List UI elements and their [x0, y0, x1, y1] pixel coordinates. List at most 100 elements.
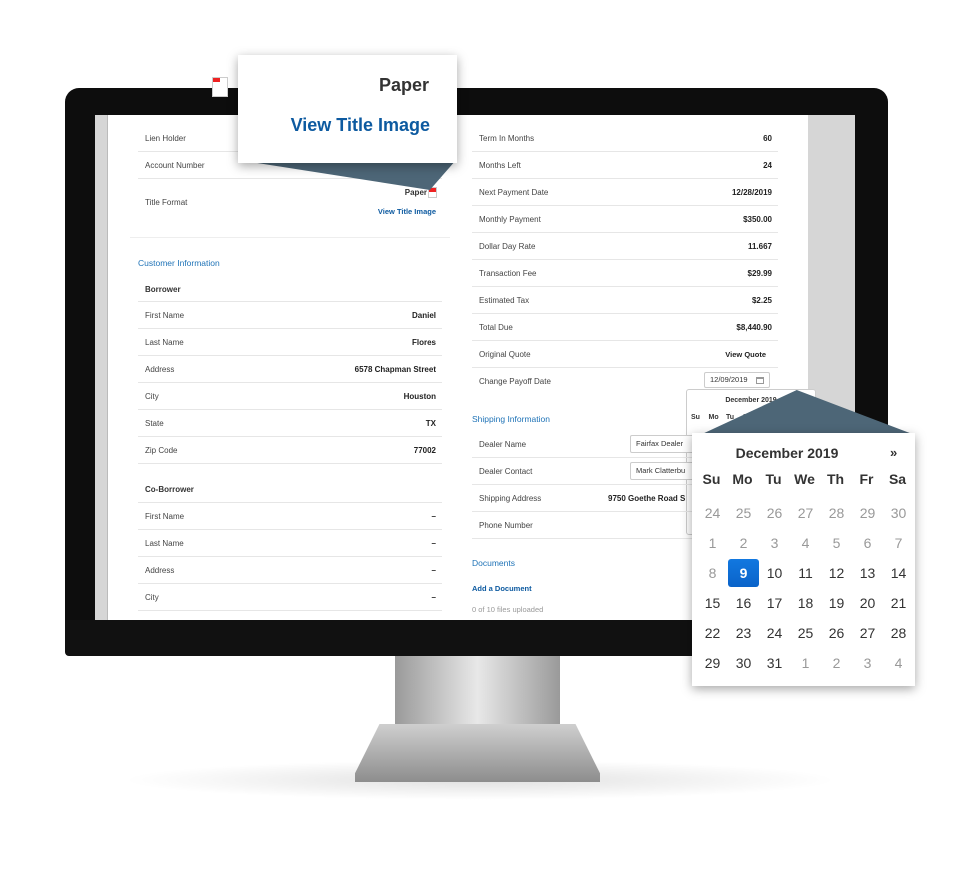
- calendar-day[interactable]: 21: [883, 589, 914, 617]
- calendar-day[interactable]: 1: [697, 529, 728, 557]
- title-format-value: Paper: [404, 188, 427, 197]
- documents-heading: Documents: [472, 558, 515, 568]
- calendar-day[interactable]: 26: [759, 499, 790, 527]
- weekday-header: Tu: [765, 471, 782, 487]
- borrower-row: City Houston: [138, 383, 442, 410]
- calendar-day[interactable]: 15: [697, 589, 728, 617]
- weekday-header: Fr: [859, 471, 874, 487]
- pdf-icon: [212, 77, 228, 97]
- weekday-header: Su: [702, 471, 721, 487]
- calendar-day[interactable]: 30: [728, 649, 759, 677]
- calendar-day[interactable]: 18: [790, 589, 821, 617]
- row-value: –: [431, 566, 436, 575]
- calendar-day[interactable]: 16: [728, 589, 759, 617]
- loan-row: Total Due $8,440.90: [472, 314, 778, 341]
- coborrower-heading: Co-Borrower: [145, 485, 194, 494]
- row-label: Next Payment Date: [479, 188, 549, 197]
- title-callout: Paper View Title Image: [212, 55, 457, 163]
- calendar-day[interactable]: 1: [790, 649, 821, 677]
- row-value: –: [431, 593, 436, 602]
- calendar-day[interactable]: 3: [759, 529, 790, 557]
- borrower-row: State TX: [138, 410, 442, 437]
- calendar-day[interactable]: 29: [852, 499, 883, 527]
- calendar-day[interactable]: 12: [821, 559, 852, 587]
- shipping-info-heading: Shipping Information: [472, 414, 550, 424]
- calendar-day[interactable]: 23: [728, 619, 759, 647]
- calendar-day[interactable]: 30: [883, 499, 914, 527]
- row-label: Total Due: [479, 323, 513, 332]
- calendar-day[interactable]: 28: [883, 619, 914, 647]
- row-label: Change Payoff Date: [479, 377, 551, 386]
- calendar-day[interactable]: 27: [790, 499, 821, 527]
- calendar-day[interactable]: 27: [852, 619, 883, 647]
- row-value: 11.667: [747, 242, 772, 251]
- calendar-day[interactable]: 25: [728, 499, 759, 527]
- calendar-day[interactable]: 2: [821, 649, 852, 677]
- borrower-row: First Name Daniel: [138, 302, 442, 329]
- calendar-day[interactable]: 29: [697, 649, 728, 677]
- calendar-day[interactable]: 26: [821, 619, 852, 647]
- row-label: Transaction Fee: [479, 269, 537, 278]
- row-label: Account Number: [145, 161, 205, 170]
- row-label: Months Left: [479, 161, 521, 170]
- borrower-row: Address 6578 Chapman Street: [138, 356, 442, 383]
- calendar-next-button[interactable]: »: [890, 445, 897, 460]
- calendar-day[interactable]: 13: [852, 559, 883, 587]
- calendar-day[interactable]: 17: [759, 589, 790, 617]
- calendar-day[interactable]: 3: [852, 649, 883, 677]
- calendar-day[interactable]: 4: [883, 649, 914, 677]
- coborrower-row: Address –: [138, 557, 442, 584]
- row-label: City: [145, 392, 159, 401]
- calendar-day[interactable]: 7: [883, 529, 914, 557]
- calendar-popup: December 2019 » Su Mo Tu We Th Fr Sa 24 25 26 27 28…: [692, 433, 915, 686]
- coborrower-row: First Name –: [138, 503, 442, 530]
- row-label: City: [145, 593, 159, 602]
- borrower-heading: Borrower: [145, 285, 181, 294]
- calendar-day[interactable]: 24: [697, 499, 728, 527]
- calendar-day[interactable]: 19: [821, 589, 852, 617]
- calendar-day[interactable]: 10: [759, 559, 790, 587]
- original-quote-row: Original Quote View Quote: [472, 341, 778, 368]
- calendar-day[interactable]: 4: [790, 529, 821, 557]
- calendar-icon[interactable]: [756, 377, 764, 384]
- loan-row: Dollar Day Rate 11.667: [472, 233, 778, 260]
- calendar-day[interactable]: 22: [697, 619, 728, 647]
- calendar-day[interactable]: 31: [759, 649, 790, 677]
- row-label: Dealer Contact: [479, 467, 533, 476]
- calendar-day[interactable]: 2: [728, 529, 759, 557]
- calendar-day[interactable]: 6: [852, 529, 883, 557]
- calendar-month: December 2019: [735, 445, 839, 461]
- row-label: Title Format: [145, 198, 188, 207]
- row-label: Phone Number: [479, 521, 533, 530]
- calendar-day[interactable]: 8: [697, 559, 728, 587]
- row-value: –: [431, 512, 436, 521]
- borrower-row: Last Name Flores: [138, 329, 442, 356]
- calendar-day[interactable]: 20: [852, 589, 883, 617]
- row-label: Original Quote: [479, 350, 531, 359]
- callout-view-title-link[interactable]: View Title Image: [291, 115, 430, 136]
- upload-status: 0 of 10 files uploaded: [472, 605, 544, 614]
- row-label: Last Name: [145, 539, 184, 548]
- loan-row: Months Left 24: [472, 152, 778, 179]
- calendar-day[interactable]: 28: [821, 499, 852, 527]
- calendar-day-selected[interactable]: 9: [728, 559, 759, 587]
- row-value: 6578 Chapman Street: [354, 365, 436, 374]
- calendar-day[interactable]: 24: [759, 619, 790, 647]
- row-label: Address: [145, 365, 175, 374]
- view-title-image-link[interactable]: View Title Image: [378, 207, 436, 217]
- add-document-link[interactable]: Add a Document: [472, 584, 532, 593]
- calendar-day[interactable]: 11: [790, 559, 821, 587]
- calendar-day[interactable]: 25: [790, 619, 821, 647]
- row-label: Zip Code: [145, 446, 178, 455]
- row-label: First Name: [145, 311, 185, 320]
- row-value: 12/28/2019: [731, 188, 772, 197]
- row-label: Dealer Name: [479, 440, 527, 449]
- small-weekday: Mo: [708, 414, 719, 421]
- calendar-day[interactable]: 5: [821, 529, 852, 557]
- left-scroll-strip: [95, 115, 108, 620]
- view-quote-link[interactable]: View Quote: [725, 341, 766, 368]
- loan-row: Next Payment Date 12/28/2019: [472, 179, 778, 206]
- calendar-day[interactable]: 14: [883, 559, 914, 587]
- title-format-row: Title Format Paper View Title Image: [138, 179, 442, 237]
- row-value: Houston: [403, 392, 436, 401]
